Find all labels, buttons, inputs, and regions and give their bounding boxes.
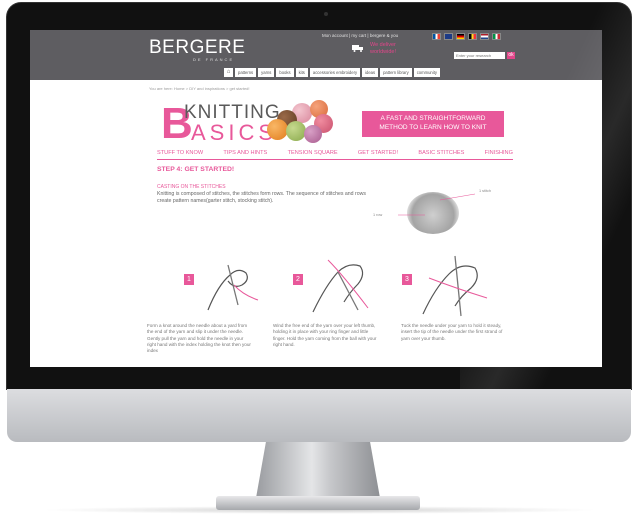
search-input[interactable] [454, 52, 505, 59]
nav-item-accessories[interactable]: accessories embroidery [309, 68, 361, 77]
nav-item-community[interactable]: community [413, 68, 440, 77]
flag-de-icon[interactable] [456, 33, 465, 40]
nav-item-books[interactable]: books [276, 68, 294, 77]
callout-lines [398, 193, 476, 216]
delivery-notice: We deliver worldwide! [370, 42, 396, 55]
section-tabs: STUFF TO KNOW TIPS AND HINTS TENSION SQU… [157, 150, 513, 160]
main-nav: ⌂ patterns yarns books kits accessories … [224, 68, 440, 77]
site-logo[interactable]: BERGERE [149, 37, 245, 59]
step-number-1: 1 [184, 274, 194, 285]
tab-tension-square[interactable]: TENSION SQUARE [288, 150, 338, 156]
site-header: BERGERE DE FRANCE Mon account | my cart … [30, 30, 602, 80]
tab-get-started[interactable]: GET STARTED! [358, 150, 398, 156]
flag-it-icon[interactable] [492, 33, 501, 40]
step-number-3: 3 [402, 274, 412, 285]
banner-tagline: A FAST AND STRAIGHTFORWARD METHOD TO LEA… [362, 111, 504, 137]
search-button[interactable]: ok [507, 52, 515, 59]
tab-basic-stitches[interactable]: BASIC STITCHES [418, 150, 464, 156]
breadcrumb[interactable]: You are here: Home > DIY and inspiration… [149, 86, 250, 91]
banner-title-bottom: ASICS [191, 120, 278, 145]
section-subtitle: CASTING ON THE STITCHES [157, 184, 226, 190]
flag-be-icon[interactable] [468, 33, 477, 40]
step-caption-3: Tuck the needle under your yarn to hold … [401, 323, 503, 341]
monitor-stand [256, 442, 380, 498]
nav-item-patterns[interactable]: patterns [235, 68, 257, 77]
nav-item-kits[interactable]: kits [295, 68, 308, 77]
monitor-chin [7, 389, 631, 442]
language-flags[interactable] [432, 33, 501, 40]
site-logo-subtitle: DE FRANCE [193, 57, 235, 62]
callout-stitch-label: 1 stitch [479, 189, 492, 193]
step-caption-2: Wind the free end of the yarn over your … [273, 323, 377, 347]
nav-item-pattern-library[interactable]: pattern library [380, 68, 412, 77]
account-links[interactable]: Mon account | my cart | bergere & you [322, 33, 398, 38]
nav-item-ideas[interactable]: ideas [362, 68, 379, 77]
step-title: STEP 4: GET STARTED! [157, 166, 235, 173]
flag-fr-icon[interactable] [432, 33, 441, 40]
step-number-2: 2 [293, 274, 303, 285]
flag-uk-icon[interactable] [444, 33, 453, 40]
truck-icon [352, 45, 363, 52]
flag-nl-icon[interactable] [480, 33, 489, 40]
step-caption-1: Form a knot around the needle about a ya… [147, 323, 251, 354]
monitor-base [216, 496, 420, 510]
tab-tips-and-hints[interactable]: TIPS AND HINTS [223, 150, 267, 156]
hand-illustration-3 [422, 255, 488, 317]
home-icon[interactable]: ⌂ [224, 68, 233, 77]
hand-illustration-2 [312, 259, 369, 313]
tab-finishing[interactable]: FINISHING [485, 150, 513, 156]
intro-paragraph: Knitting is composed of stitches, the st… [157, 191, 366, 204]
hand-illustration-1 [207, 264, 259, 311]
callout-row-label: 1 row [373, 213, 383, 217]
nav-item-yarns[interactable]: yarns [258, 68, 275, 77]
webcam [324, 12, 328, 16]
tab-stuff-to-know[interactable]: STUFF TO KNOW [157, 150, 203, 156]
screen: BERGERE DE FRANCE Mon account | my cart … [30, 30, 602, 367]
